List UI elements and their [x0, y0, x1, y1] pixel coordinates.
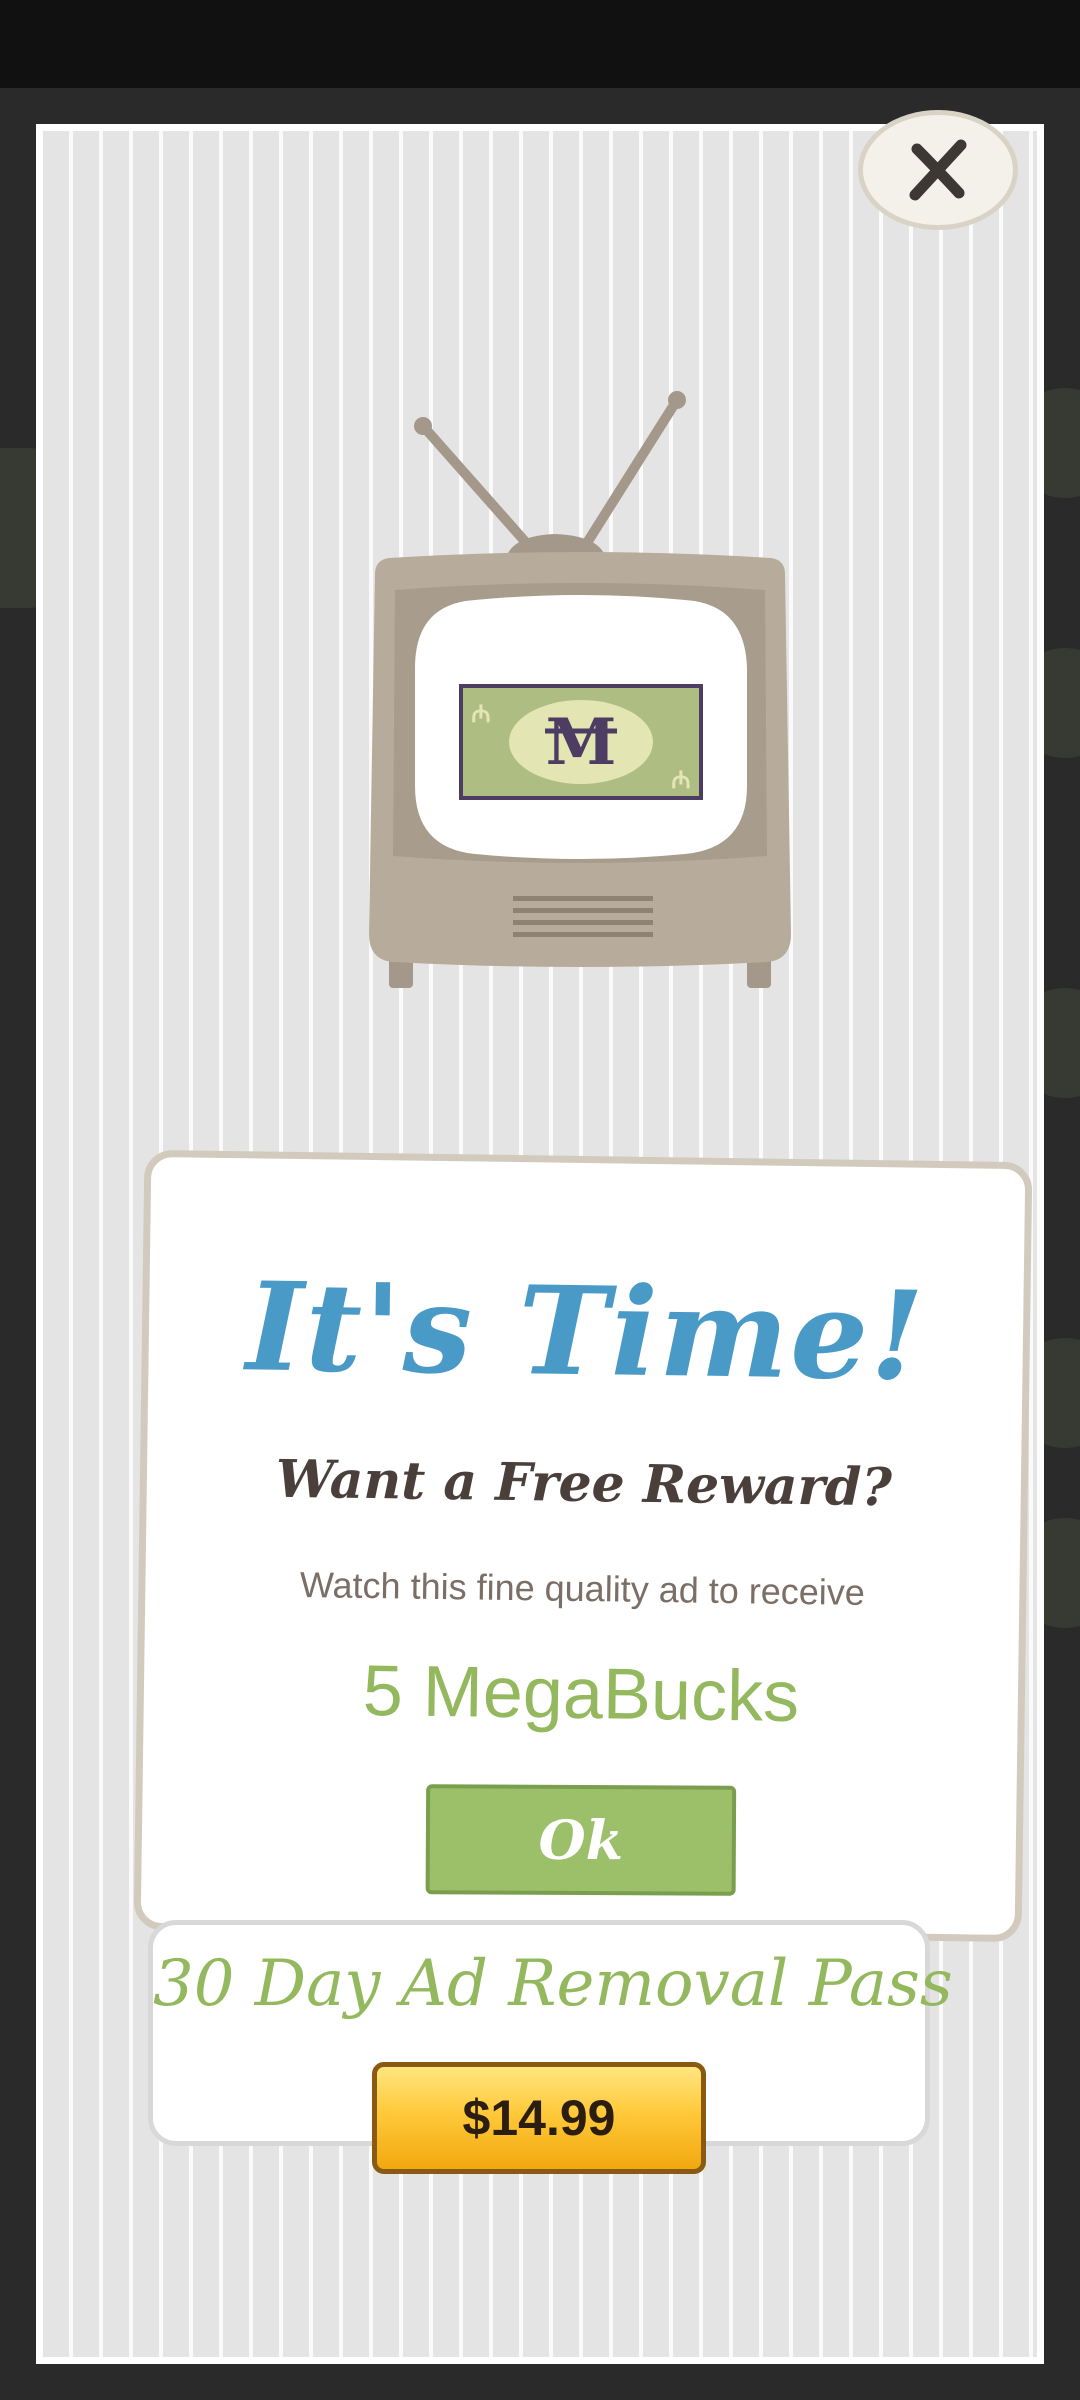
- svg-text:₼: ₼: [671, 766, 690, 794]
- ok-button[interactable]: Ok: [425, 1784, 737, 1896]
- modal-title: It's Time!: [245, 1254, 927, 1408]
- screen: M ₼ ₼ It's Time! Want a Free Reward? Wat…: [0, 0, 1080, 2400]
- reward-amount: 5 MegaBucks: [362, 1650, 800, 1738]
- reward-card: It's Time! Want a Free Reward? Watch thi…: [133, 1149, 1033, 1943]
- modal-description: Watch this fine quality ad to receive: [299, 1564, 866, 1613]
- tv-icon: M ₼ ₼: [355, 386, 805, 1006]
- svg-text:₼: ₼: [471, 700, 490, 728]
- status-bar: [0, 0, 1080, 88]
- close-icon: [909, 139, 967, 201]
- buy-ad-removal-button[interactable]: $14.99: [372, 2062, 706, 2174]
- modal-subtitle: Want a Free Reward?: [275, 1448, 893, 1519]
- close-button[interactable]: [858, 110, 1018, 230]
- ad-removal-pass-title: 30 Day Ad Removal Pass: [153, 1947, 953, 2021]
- svg-text:M: M: [546, 705, 617, 780]
